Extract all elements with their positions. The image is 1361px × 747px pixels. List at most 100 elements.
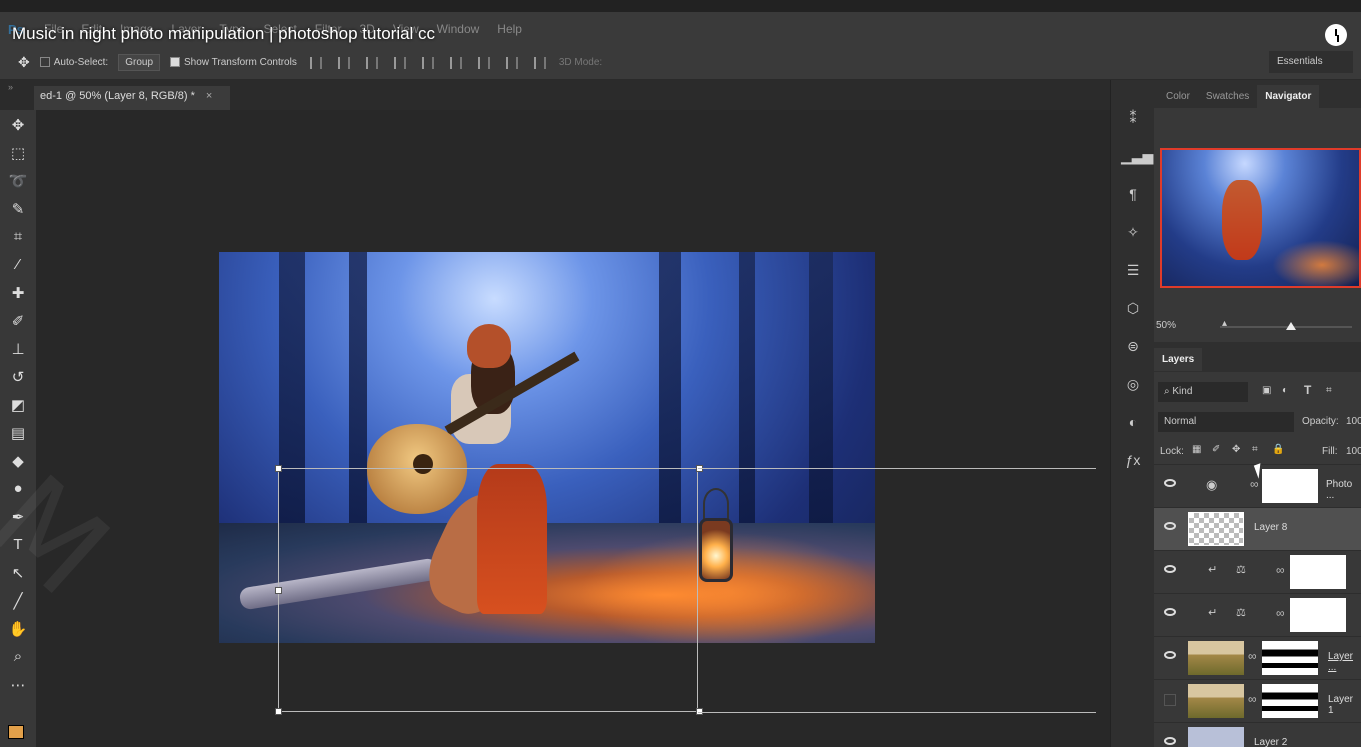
libraries-panel-icon[interactable]: ◎	[1121, 376, 1145, 400]
visibility-eye-icon[interactable]	[1164, 565, 1176, 573]
blur-tool-icon[interactable]: ◆	[4, 447, 32, 474]
align-center-icon[interactable]	[421, 56, 434, 69]
link-icon[interactable]: ∞	[1250, 477, 1259, 491]
transform-handle[interactable]	[275, 587, 282, 594]
move-tool-icon[interactable]: ✥	[4, 111, 32, 138]
align-left-icon[interactable]	[393, 56, 406, 69]
filter-type-icon[interactable]: T	[1304, 383, 1311, 397]
lock-transparent-icon[interactable]: ▦	[1192, 444, 1201, 455]
lock-artboard-icon[interactable]: ⌗	[1252, 444, 1258, 455]
distribute-middle-icon[interactable]	[505, 56, 518, 69]
document-tab[interactable]: ed-1 @ 50% (Layer 8, RGB/8) * ×	[34, 86, 230, 110]
filter-pixel-icon[interactable]: ▣	[1262, 385, 1271, 396]
distribute-top-icon[interactable]	[477, 56, 490, 69]
fill-value[interactable]: 100	[1346, 446, 1361, 457]
opacity-value[interactable]: 100	[1346, 416, 1361, 427]
canvas-area[interactable]: M	[0, 110, 1110, 747]
zoom-tool-icon[interactable]: ⌕	[4, 643, 32, 670]
layer-row[interactable]: ↵ ⚖ ∞	[1154, 550, 1361, 593]
tab-color[interactable]: Color	[1158, 85, 1198, 108]
show-transform-check[interactable]	[170, 57, 181, 68]
auto-select-dropdown[interactable]: Group	[118, 54, 161, 71]
filter-shape-icon[interactable]: ⌗	[1326, 385, 1332, 396]
navigator-preview[interactable]	[1160, 148, 1361, 288]
layer-name[interactable]: Layer ...	[1328, 651, 1361, 673]
workspace-switcher[interactable]: Essentials	[1269, 51, 1353, 73]
layer-mask-thumbnail[interactable]	[1290, 598, 1346, 632]
more-tools-icon[interactable]: ⋯	[4, 671, 32, 698]
zoom-slider-thumb[interactable]	[1286, 322, 1296, 330]
layer-name[interactable]: Photo ...	[1326, 479, 1361, 501]
lock-position-icon[interactable]: ✥	[1232, 444, 1240, 455]
lock-all-icon[interactable]: 🔒	[1272, 444, 1284, 455]
watch-later-icon[interactable]	[1325, 24, 1347, 46]
layer-name[interactable]: Layer 8	[1254, 522, 1287, 533]
collapse-icon[interactable]: »	[8, 82, 13, 92]
styles-panel-icon[interactable]: ƒx	[1121, 452, 1145, 476]
layer-name[interactable]: Layer 2	[1254, 737, 1287, 747]
gradient-tool-icon[interactable]: ▤	[4, 419, 32, 446]
layer-name[interactable]: Layer 1	[1328, 694, 1361, 716]
3d-panel-icon[interactable]: ⬡	[1121, 300, 1145, 324]
brush-tool-icon[interactable]: ✐	[4, 307, 32, 334]
filter-adjustment-icon[interactable]: ◐	[1282, 385, 1288, 396]
visibility-eye-icon[interactable]	[1164, 479, 1176, 487]
hand-tool-icon[interactable]: ✋	[4, 615, 32, 642]
align-bottom-icon[interactable]	[365, 56, 378, 69]
layer-row[interactable]: ∞ Layer ...	[1154, 636, 1361, 679]
tab-swatches[interactable]: Swatches	[1198, 85, 1257, 108]
auto-select-checkbox[interactable]: Auto-Select:	[39, 57, 108, 68]
character-panel-icon[interactable]: ¶	[1121, 186, 1145, 210]
align-right-icon[interactable]	[449, 56, 462, 69]
link-icon[interactable]: ∞	[1276, 563, 1285, 577]
layer-thumbnail[interactable]	[1188, 727, 1244, 747]
layer-mask-thumbnail[interactable]	[1262, 469, 1318, 503]
history-panel-icon[interactable]: ⁑	[1121, 110, 1145, 134]
visibility-eye-icon[interactable]	[1164, 522, 1176, 530]
adjustments-panel-icon[interactable]: ◐	[1121, 414, 1145, 438]
lock-paint-icon[interactable]: ✐	[1212, 444, 1220, 455]
align-middle-icon[interactable]	[337, 56, 350, 69]
layer-row[interactable]: ∞ Layer 1	[1154, 679, 1361, 722]
eyedropper-tool-icon[interactable]: ⁄	[4, 251, 32, 278]
crop-tool-icon[interactable]: ⌗	[4, 223, 32, 250]
move-icon[interactable]: ✥	[18, 54, 30, 71]
transform-handle[interactable]	[275, 708, 282, 715]
transform-bounding-box[interactable]	[275, 465, 703, 715]
layer-thumbnail[interactable]	[1188, 641, 1244, 675]
foreground-color-swatch[interactable]	[8, 725, 24, 739]
layer-row[interactable]: ↵ ⚖ ∞	[1154, 593, 1361, 636]
layer-thumbnail[interactable]	[1188, 684, 1244, 718]
close-icon[interactable]: ×	[206, 90, 212, 102]
visibility-toggle-off[interactable]	[1164, 694, 1176, 706]
show-transform-checkbox[interactable]: Show Transform Controls	[170, 57, 297, 68]
brush-panel-icon[interactable]: ✧	[1121, 224, 1145, 248]
link-icon[interactable]: ∞	[1248, 692, 1257, 706]
menu-window[interactable]: Window	[437, 22, 480, 36]
align-top-icon[interactable]	[309, 56, 322, 69]
link-icon[interactable]: ∞	[1276, 606, 1285, 620]
menu-help[interactable]: Help	[497, 22, 522, 36]
layer-mask-thumbnail[interactable]	[1262, 684, 1318, 718]
layer-thumbnail[interactable]	[1188, 512, 1244, 546]
lasso-tool-icon[interactable]: ➰	[4, 167, 32, 194]
link-icon[interactable]: ∞	[1248, 649, 1257, 663]
history-brush-tool-icon[interactable]: ↺	[4, 363, 32, 390]
visibility-eye-icon[interactable]	[1164, 737, 1176, 745]
properties-panel-icon[interactable]: ☰	[1121, 262, 1145, 286]
quick-select-tool-icon[interactable]: ✎	[4, 195, 32, 222]
stamp-tool-icon[interactable]: ⊥	[4, 335, 32, 362]
eraser-tool-icon[interactable]: ◩	[4, 391, 32, 418]
layer-filter-kind[interactable]: ⌕ Kind	[1158, 382, 1248, 402]
auto-select-check[interactable]	[39, 57, 50, 68]
layer-mask-thumbnail[interactable]	[1290, 555, 1346, 589]
layer-row[interactable]: Layer 2	[1154, 722, 1361, 747]
marquee-tool-icon[interactable]: ⬚	[4, 139, 32, 166]
layer-mask-thumbnail[interactable]	[1262, 641, 1318, 675]
blend-mode-dropdown[interactable]: Normal	[1158, 412, 1294, 432]
tab-navigator[interactable]: Navigator	[1257, 85, 1320, 108]
distribute-bottom-icon[interactable]	[533, 56, 546, 69]
visibility-eye-icon[interactable]	[1164, 651, 1176, 659]
visibility-eye-icon[interactable]	[1164, 608, 1176, 616]
transform-handle[interactable]	[275, 465, 282, 472]
